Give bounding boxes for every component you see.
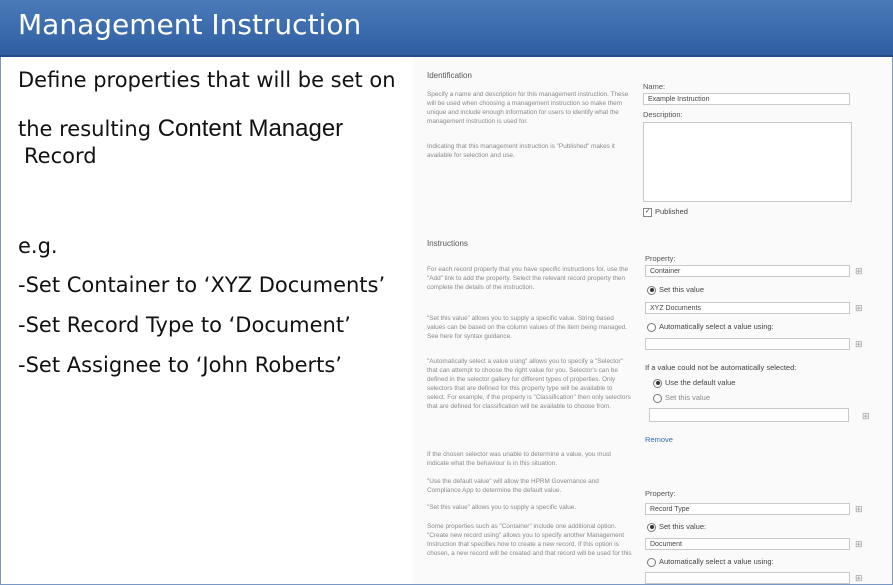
auto-select-radio[interactable]: Automatically select a value using: (647, 322, 774, 332)
identification-heading: Identification (427, 71, 472, 80)
name-input[interactable]: Example Instruction (643, 93, 850, 105)
instructions-paragraph-7: Some properties such as "Container" incl… (427, 523, 632, 557)
property-2-value-input[interactable]: Document (645, 538, 850, 550)
property-2-set-value-label: Set this value: (659, 522, 707, 531)
property-2-value-picker-icon[interactable]: ⊞ (855, 540, 865, 549)
use-default-radio[interactable]: Use the default value (653, 378, 735, 388)
property-2-input[interactable]: Record Type (645, 503, 850, 515)
selector-input[interactable] (645, 338, 850, 350)
remove-link[interactable]: Remove (645, 435, 673, 444)
slide-bullet-record-type: -Set Record Type to ‘Document’ (18, 313, 351, 337)
radio-empty-icon (647, 322, 656, 332)
property-1-input[interactable]: Container (645, 265, 850, 277)
radio-selected-icon (647, 522, 656, 532)
selector-picker-icon[interactable]: ⊞ (855, 340, 865, 349)
slide-bullet-assignee: -Set Assignee to ‘John Roberts’ (18, 353, 342, 377)
radio-selected-icon (647, 285, 656, 295)
use-default-label: Use the default value (665, 378, 736, 387)
property-picker-icon[interactable]: ⊞ (855, 267, 865, 276)
slide-title: Management Instruction (18, 8, 362, 41)
radio-empty-icon (647, 557, 656, 567)
instructions-paragraph-3: "Automatically select a value using" all… (427, 358, 631, 410)
checkbox-checked-icon: ✓ (643, 207, 652, 217)
property-1-label: Property: (645, 254, 676, 263)
instructions-heading: Instructions (427, 239, 468, 248)
instructions-paragraph-5: "Use the default value" will allow the H… (427, 478, 599, 494)
description-label: Description: (643, 110, 683, 119)
identification-description: Specify a name and description for this … (427, 91, 629, 125)
instructions-paragraph-4: If the chosen selector was unable to det… (427, 451, 612, 467)
content-manager-text: Content Manager (157, 115, 344, 142)
slide-bullet-container: -Set Container to ‘XYZ Documents’ (18, 273, 386, 297)
published-description: Indicating that this management instruct… (427, 143, 615, 159)
property-2-selector-picker-icon[interactable]: ⊞ (855, 574, 865, 583)
value-picker-icon[interactable]: ⊞ (855, 304, 865, 313)
auto-select-label: Automatically select a value using: (659, 322, 774, 331)
slide-header: Management Instruction (0, 0, 893, 57)
property-2-picker-icon[interactable]: ⊞ (855, 505, 865, 514)
published-checkbox[interactable]: ✓ Published (643, 207, 688, 217)
property-2-auto-select-radio[interactable]: Automatically select a value using: (647, 557, 774, 567)
property-2-label: Property: (645, 489, 676, 498)
slide-line-2-text: the resulting (18, 117, 152, 141)
slide-line-2: the resulting Content Manager (18, 115, 343, 143)
fallback-value-input[interactable] (649, 408, 849, 422)
set-value-label: Set this value (659, 285, 705, 294)
slide-line-eg: e.g. (18, 234, 58, 258)
fallback-set-value-label: Set this value (665, 393, 711, 402)
set-value-radio[interactable]: Set this value (647, 285, 704, 295)
property-2-auto-label: Automatically select a value using: (659, 557, 774, 566)
instructions-paragraph-6: "Set this value" allows you to supply a … (427, 504, 577, 511)
slide-line-record: Record (24, 144, 97, 168)
instructions-paragraph-2: "Set this value" allows you to supply a … (427, 315, 628, 340)
description-textarea[interactable] (643, 122, 852, 202)
name-label: Name: (643, 82, 666, 91)
radio-selected-icon (653, 378, 662, 388)
radio-empty-icon (653, 393, 662, 403)
property-2-set-value-radio[interactable]: Set this value: (647, 522, 706, 532)
fallback-label: If a value could not be automatically se… (645, 363, 797, 372)
fallback-set-value-radio[interactable]: Set this value (653, 393, 710, 403)
slide-text-panel: Define properties that will be set on th… (0, 57, 413, 585)
slide-line-1: Define properties that will be set on (18, 68, 396, 92)
set-value-input[interactable]: XYZ Documents (645, 302, 850, 314)
property-2-selector-input[interactable] (645, 572, 850, 584)
form-screenshot: Identification Specify a name and descri… (413, 57, 893, 585)
published-label: Published (655, 207, 688, 216)
fallback-picker-icon[interactable]: ⊞ (862, 412, 872, 421)
instructions-paragraph-1: For each record property that you have s… (427, 266, 629, 291)
